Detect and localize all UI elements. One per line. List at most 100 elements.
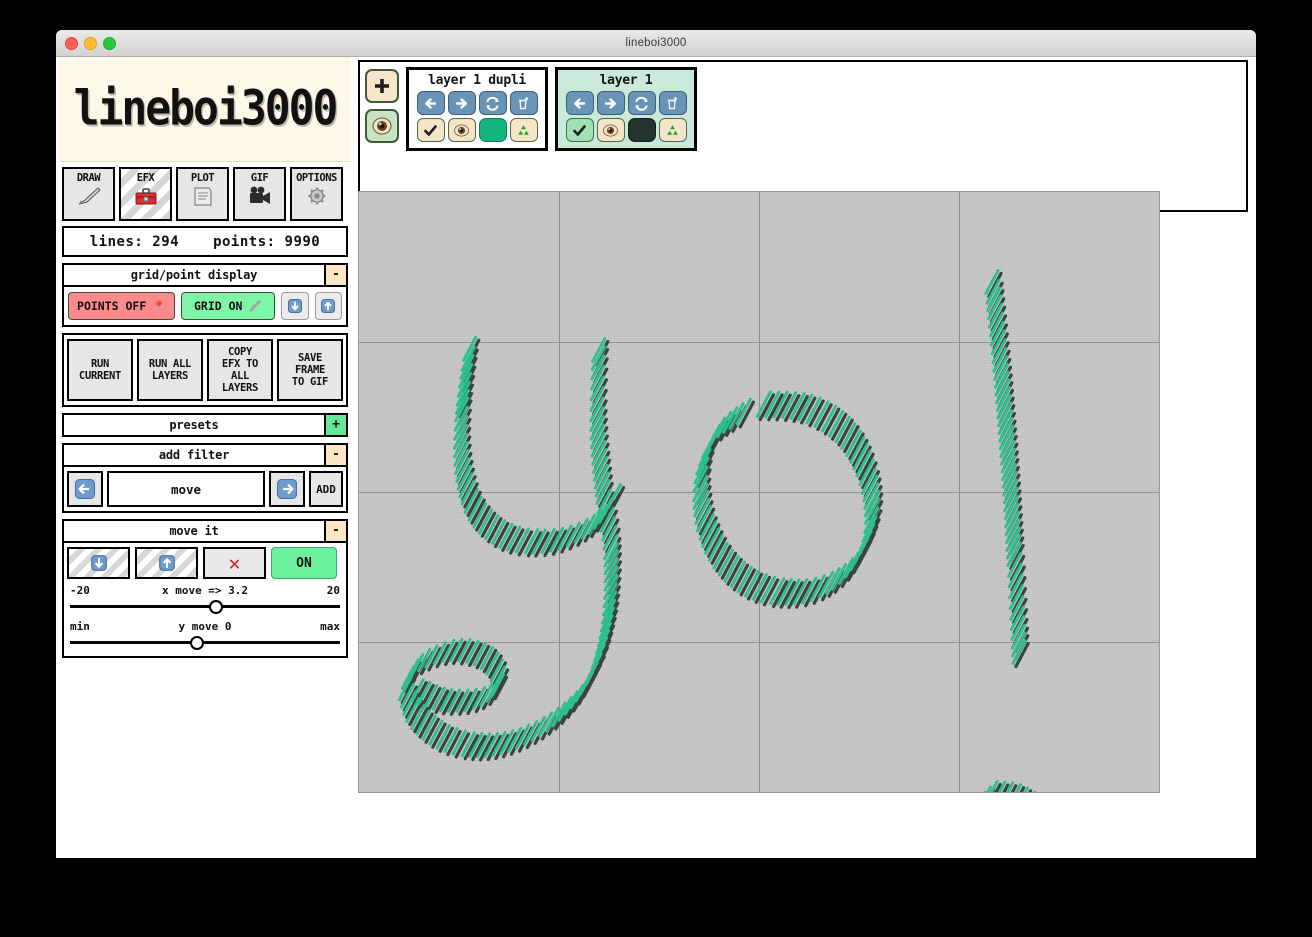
move-it-collapse-toggle[interactable]: - <box>324 521 346 541</box>
plus-icon <box>375 79 389 93</box>
layer-card[interactable]: layer 1 <box>555 67 697 151</box>
eye-icon[interactable] <box>447 118 476 142</box>
points-toggle-button[interactable]: POINTS OFF 📍 <box>68 292 176 320</box>
grid-panel-title: grid/point display <box>130 268 258 282</box>
tab-efx[interactable]: EFX <box>119 167 172 221</box>
add-filter-panel: add filter - move ADD <box>62 443 348 513</box>
tab-options[interactable]: OPTIONS <box>290 167 343 221</box>
x-move-slider[interactable] <box>70 600 340 614</box>
arrow-up-icon <box>158 555 175 571</box>
zoom-button[interactable] <box>103 36 116 50</box>
presets-expand-toggle[interactable]: + <box>324 415 346 435</box>
pencil-icon <box>76 185 102 212</box>
y-move-slider[interactable] <box>70 636 340 650</box>
add-filter-collapse-toggle[interactable]: - <box>324 445 346 465</box>
select-check-icon[interactable] <box>416 118 445 142</box>
add-layer-button[interactable] <box>365 69 399 103</box>
move-it-panel: move it - ✕ ON -20 x move => 3.2 20 min … <box>62 519 348 658</box>
y-slider-knob[interactable] <box>189 636 204 650</box>
tab-gif[interactable]: GIF <box>233 167 286 221</box>
eye-icon <box>372 117 392 135</box>
run-button-label: RUN ALL LAYERS <box>148 358 192 382</box>
color-swatch[interactable] <box>627 118 656 142</box>
add-filter-row: move ADD <box>64 467 346 511</box>
grid-toggle-button[interactable]: GRID ON <box>181 292 276 320</box>
select-check-icon[interactable] <box>565 118 594 142</box>
lines-stat: lines: 294 <box>89 233 180 250</box>
trash-icon[interactable] <box>658 91 687 115</box>
minimize-button[interactable] <box>84 36 97 50</box>
tab-plot[interactable]: PLOT <box>176 167 229 221</box>
window-body: lineboi3000 DRAW EFX PLOT GIF OPTIONS lines:… <box>56 57 1256 858</box>
filter-prev-button[interactable] <box>67 471 103 507</box>
points-stat: points: 9990 <box>213 233 321 250</box>
add-filter-button[interactable]: ADD <box>309 471 343 507</box>
filter-select-field[interactable]: move <box>107 471 265 507</box>
filter-enable-toggle[interactable]: ON <box>271 547 337 579</box>
title-bar: lineboi3000 <box>56 30 1256 57</box>
grid-panel-collapse-toggle[interactable]: - <box>324 265 346 285</box>
toggle-all-visibility-button[interactable] <box>365 109 399 143</box>
tab-draw[interactable]: DRAW <box>62 167 115 221</box>
left-sidebar: lineboi3000 DRAW EFX PLOT GIF OPTIONS lines:… <box>59 57 351 658</box>
run-current-button[interactable]: RUN CURRENT <box>67 339 133 401</box>
color-swatch[interactable] <box>478 118 507 142</box>
layer-cards-container: layer 1 dupli layer 1 <box>406 67 697 151</box>
run-all-layers-button[interactable]: RUN ALL LAYERS <box>137 339 203 401</box>
filter-next-button[interactable] <box>269 471 305 507</box>
move-left-icon[interactable] <box>416 91 445 115</box>
move-left-icon[interactable] <box>565 91 594 115</box>
toolbox-icon <box>133 185 159 212</box>
arrow-down-icon <box>288 299 303 313</box>
copy-efx-button[interactable]: COPY EFX TO ALL LAYERS <box>207 339 273 401</box>
move-right-icon[interactable] <box>447 91 476 115</box>
grid-size-up-button[interactable] <box>314 292 342 320</box>
save-frame-to-gif-button[interactable]: SAVE FRAME TO GIF <box>277 339 343 401</box>
drawing-canvas[interactable] <box>358 191 1160 793</box>
layer-card[interactable]: layer 1 dupli <box>406 67 548 151</box>
recycle-icon[interactable] <box>658 118 687 142</box>
gear-icon <box>304 185 330 212</box>
grid-panel-body: POINTS OFF 📍 GRID ON <box>64 287 346 325</box>
x-slider-value-label: x move => 3.2 <box>161 584 249 597</box>
y-slider-track <box>70 641 340 644</box>
duplicate-icon[interactable] <box>478 91 507 115</box>
app-logo: lineboi3000 <box>73 81 339 137</box>
close-button[interactable] <box>65 36 78 50</box>
x-icon: ✕ <box>228 551 241 575</box>
move-right-icon[interactable] <box>596 91 625 115</box>
document-icon <box>190 185 216 212</box>
grid-panel-header: grid/point display - <box>64 265 346 287</box>
x-slider-knob[interactable] <box>208 600 223 614</box>
arrow-up-icon <box>321 299 336 313</box>
y-slider-max-label: max <box>320 620 340 633</box>
move-filter-up-button[interactable] <box>135 547 198 579</box>
window-controls <box>65 30 116 56</box>
eye-icon[interactable] <box>596 118 625 142</box>
y-slider-value-label: y move 0 <box>178 620 232 633</box>
move-it-buttons-row: ✕ ON <box>64 543 346 581</box>
recycle-icon[interactable] <box>509 118 538 142</box>
run-buttons-panel: RUN CURRENT RUN ALL LAYERS COPY EFX TO ALL LAYE… <box>62 333 348 407</box>
layer-tools <box>365 67 399 143</box>
stats-bar: lines: 294 points: 9990 <box>62 226 348 257</box>
window-title: lineboi3000 <box>625 37 687 49</box>
presets-title: presets <box>169 418 219 432</box>
slash-icon <box>249 299 262 313</box>
grid-size-down-button[interactable] <box>281 292 309 320</box>
duplicate-icon[interactable] <box>627 91 656 115</box>
run-buttons-row: RUN CURRENT RUN ALL LAYERS COPY EFX TO ALL LAYE… <box>64 335 346 405</box>
move-filter-down-button[interactable] <box>67 547 130 579</box>
y-move-slider-group: min y move 0 max <box>64 620 346 656</box>
grid-point-display-panel: grid/point display - POINTS OFF 📍 GRID O… <box>62 263 348 327</box>
main-tabs: DRAW EFX PLOT GIF OPTIONS <box>59 162 351 221</box>
pin-icon: 📍 <box>152 299 166 313</box>
add-filter-title: add filter <box>158 448 230 462</box>
layer-name: layer 1 dupli <box>428 73 526 88</box>
arrow-right-icon <box>277 479 297 499</box>
arrow-down-icon <box>90 555 107 571</box>
layer-icon-grid <box>565 91 687 142</box>
x-move-slider-group: -20 x move => 3.2 20 <box>64 581 346 620</box>
delete-filter-button[interactable]: ✕ <box>203 547 266 579</box>
trash-icon[interactable] <box>509 91 538 115</box>
